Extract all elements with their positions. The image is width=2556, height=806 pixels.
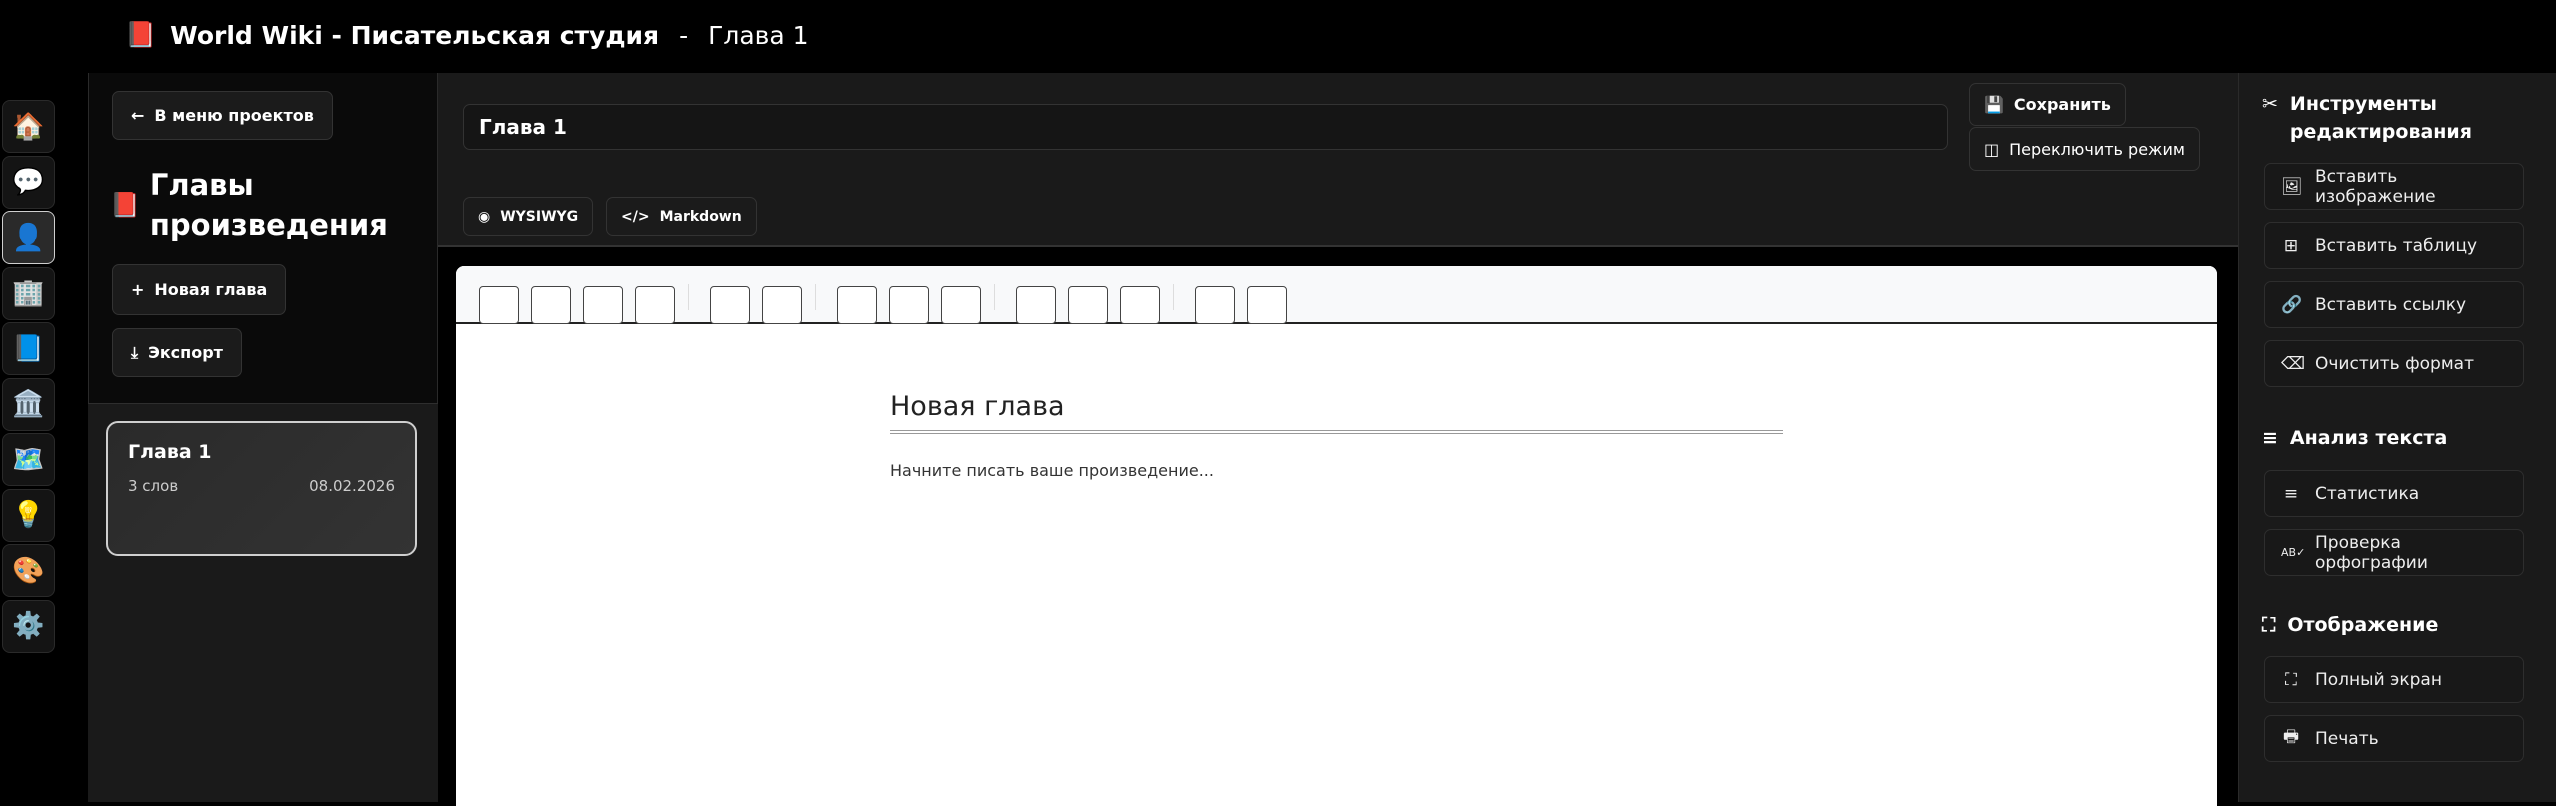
fullscreen-button[interactable]: ⛶ Полный экран: [2264, 656, 2524, 703]
home-icon: 🏠: [12, 111, 45, 142]
format-toolbar: [456, 266, 2217, 324]
rail-button-home[interactable]: 🏠: [2, 100, 55, 153]
tools-icon: ✂: [2262, 93, 2278, 115]
rail-button-chat[interactable]: 💬: [2, 155, 55, 209]
rail-button-palette[interactable]: 🎨: [2, 544, 55, 597]
code-icon: </>: [621, 208, 650, 225]
toolbar-button[interactable]: [889, 286, 929, 324]
rail-button-writing[interactable]: 📘: [2, 322, 55, 375]
toolbar-separator: [688, 284, 689, 310]
ideas-icon: 💡: [12, 500, 45, 530]
toolbar-button[interactable]: [531, 286, 571, 324]
app-title: 📕 World Wiki - Писательская студия - Гла…: [125, 20, 809, 50]
chapter-title-input[interactable]: [463, 104, 1948, 150]
arrow-left-icon: ←: [131, 106, 145, 125]
clear-format-button[interactable]: ⌫ Очистить формат: [2264, 340, 2524, 387]
chat-icon: 💬: [12, 167, 45, 197]
toolbar-button[interactable]: [635, 286, 675, 324]
image-icon: 🖼: [2281, 176, 2303, 197]
expand-icon: ⛶: [2262, 614, 2276, 636]
rail-button-map[interactable]: 🗺️: [2, 433, 55, 486]
rail-button-characters[interactable]: 👤: [2, 211, 55, 264]
document-placeholder[interactable]: Начните писать ваше произведение...: [890, 461, 1214, 480]
insert-link-button[interactable]: 🔗 Вставить ссылку: [2264, 281, 2524, 328]
switch-mode-button[interactable]: ◫ Переключить режим: [1969, 127, 2200, 171]
new-chapter-button[interactable]: + Новая глава: [112, 264, 287, 315]
print-button[interactable]: 🖶 Печать: [2264, 715, 2524, 762]
document-heading[interactable]: Новая глава: [890, 391, 1783, 434]
writing-icon: 📘: [12, 333, 45, 364]
save-icon: 💾: [1984, 95, 2004, 114]
download-icon: ⤓: [131, 342, 139, 362]
insert-image-button[interactable]: 🖼 Вставить изображение: [2264, 163, 2524, 210]
spellcheck-button[interactable]: AB✓ Проверка орфографии: [2264, 529, 2524, 576]
book-icon: 📕: [125, 20, 157, 49]
toolbar-separator: [815, 284, 816, 310]
plus-icon: +: [131, 280, 145, 299]
markdown-button[interactable]: </> Markdown: [606, 197, 757, 236]
book-icon: 📕: [110, 191, 140, 219]
spellcheck-icon: AB✓: [2281, 546, 2306, 559]
display-heading: ⛶ Отображение: [2262, 611, 2438, 639]
toolbar-button[interactable]: [941, 286, 981, 324]
toolbar-button[interactable]: [1195, 286, 1235, 324]
palette-icon: 🎨: [12, 555, 45, 586]
wysiwyg-button[interactable]: ◉ WYSIWYG: [463, 197, 594, 236]
rail-button-ideas[interactable]: 💡: [2, 488, 55, 542]
characters-icon: 👤: [12, 222, 45, 253]
print-icon: 🖶: [2282, 727, 2300, 747]
chart-icon: ≡: [2262, 427, 2278, 449]
buildings-icon: 🏢: [12, 278, 45, 308]
save-button[interactable]: 💾 Сохранить: [1969, 83, 2126, 126]
eye-icon: ◉: [478, 208, 491, 225]
chapter-card[interactable]: Глава 1 3 слов 08.02.2026: [106, 421, 417, 556]
columns-icon: ◫: [1984, 139, 2000, 159]
toolbar-button[interactable]: [762, 286, 802, 324]
history-icon: 🏛️: [12, 389, 45, 419]
statistics-button[interactable]: ≡ Статистика: [2264, 470, 2524, 517]
settings-icon: ⚙️: [12, 611, 45, 641]
export-button[interactable]: ⤓ Экспорт: [112, 328, 242, 377]
toolbar-separator: [1173, 284, 1174, 310]
toolbar-separator: [994, 284, 995, 310]
chart-icon: ≡: [2283, 483, 2299, 504]
toolbar-button[interactable]: [710, 286, 750, 324]
tools-heading: ✂ Инструменты редактирования: [2262, 90, 2490, 146]
eraser-icon: ⌫: [2281, 353, 2306, 374]
rail-button-buildings[interactable]: 🏢: [2, 266, 55, 320]
map-icon: 🗺️: [12, 444, 45, 475]
toolbar-button[interactable]: [1068, 286, 1108, 324]
back-to-projects-button[interactable]: ← В меню проектов: [112, 91, 333, 140]
insert-table-button[interactable]: ⊞ Вставить таблицу: [2264, 222, 2524, 269]
analysis-heading: ≡ Анализ текста: [2262, 424, 2447, 452]
toolbar-button[interactable]: [837, 286, 877, 324]
link-icon: 🔗: [2281, 294, 2303, 315]
rail-button-history[interactable]: 🏛️: [2, 377, 55, 431]
toolbar-button[interactable]: [479, 286, 519, 324]
rail-button-settings[interactable]: ⚙️: [2, 599, 55, 653]
chapter-title: Глава 1: [708, 20, 809, 50]
table-icon: ⊞: [2283, 235, 2299, 256]
expand-icon: ⛶: [2285, 669, 2297, 690]
toolbar-button[interactable]: [1120, 286, 1160, 324]
toolbar-button[interactable]: [1247, 286, 1287, 324]
editor-area[interactable]: Новая глава Начните писать ваше произвед…: [456, 266, 2217, 806]
toolbar-button[interactable]: [1016, 286, 1056, 324]
toolbar-button[interactable]: [583, 286, 623, 324]
chapters-heading: 📕 Главы произведения: [110, 168, 388, 242]
